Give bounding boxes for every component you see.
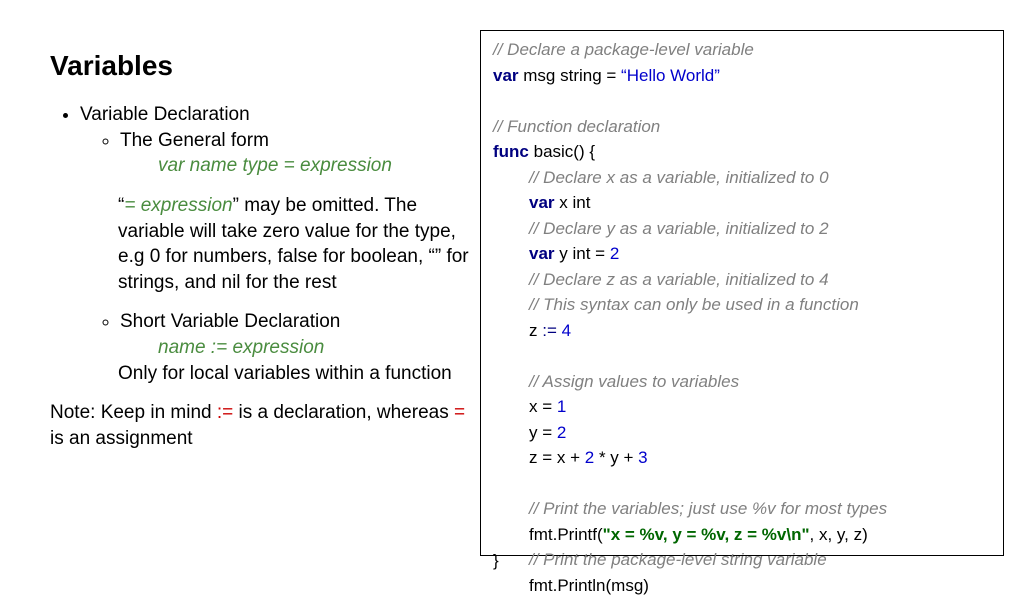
- code-line: x = 1: [493, 394, 991, 420]
- bullet-general-form: The General form: [120, 128, 470, 154]
- code-panel: // Declare a package-level variable var …: [480, 30, 1004, 556]
- code-line: // Print the variables; just use %v for …: [493, 496, 991, 522]
- code-closing-brace: }: [493, 548, 499, 574]
- slide-left-column: Variables Variable Declaration The Gener…: [20, 30, 480, 556]
- short-form-explanation: Only for local variables within a functi…: [50, 361, 470, 387]
- code-line: // Declare a package-level variable: [493, 37, 991, 63]
- code-blank-line: [493, 471, 991, 497]
- code-line: z := 4: [493, 318, 991, 344]
- general-form-syntax: var name type = expression: [50, 153, 470, 179]
- code-line: // Declare y as a variable, initialized …: [493, 216, 991, 242]
- bullet-list-level1: Variable Declaration: [50, 102, 470, 128]
- code-line: fmt.Println(msg): [493, 573, 991, 598]
- bullet-list-wrapper2: Short Variable Declaration: [50, 309, 470, 335]
- code-line: // This syntax can only be used in a fun…: [493, 292, 991, 318]
- code-line: fmt.Printf("x = %v, y = %v, z = %v\n", x…: [493, 522, 991, 548]
- code-line: var y int = 2: [493, 241, 991, 267]
- slide-title: Variables: [50, 50, 470, 82]
- code-line: func basic() {: [493, 139, 991, 165]
- code-line: z = x + 2 * y + 3: [493, 445, 991, 471]
- bullet-variable-declaration: Variable Declaration: [80, 102, 470, 128]
- bullet-list-level2b: Short Variable Declaration: [80, 309, 470, 335]
- code-line: y = 2: [493, 420, 991, 446]
- bullet-list-wrapper: The General form: [50, 128, 470, 154]
- general-form-explanation: “= expression” may be omitted. The varia…: [50, 193, 470, 296]
- code-line: // Declare z as a variable, initialized …: [493, 267, 991, 293]
- code-blank-line: [493, 343, 991, 369]
- code-blank-line: [493, 88, 991, 114]
- bullet-list-level2a: The General form: [80, 128, 470, 154]
- code-line: // Print the package-level string variab…: [493, 547, 991, 573]
- code-line: // Declare x as a variable, initialized …: [493, 165, 991, 191]
- code-line: // Function declaration: [493, 114, 991, 140]
- note-text: Note: Keep in mind := is a declaration, …: [50, 400, 470, 451]
- bullet-short-declaration: Short Variable Declaration: [120, 309, 470, 335]
- code-line: // Assign values to variables: [493, 369, 991, 395]
- short-form-syntax: name := expression: [50, 335, 470, 361]
- code-line: var msg string = “Hello World”: [493, 63, 991, 89]
- code-line: var x int: [493, 190, 991, 216]
